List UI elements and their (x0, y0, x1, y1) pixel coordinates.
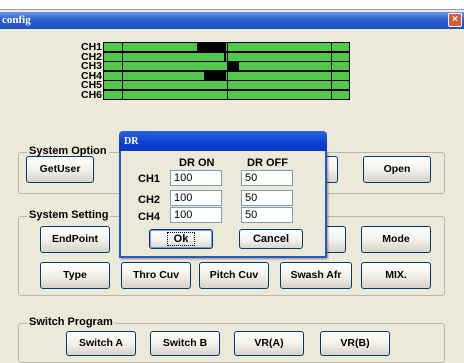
dr-on-field[interactable]: 100 (170, 190, 222, 206)
channel-bar (103, 61, 350, 71)
channel-bar-tick (331, 91, 332, 99)
channel-value-fill (224, 53, 226, 61)
channel-bar-tick (122, 53, 123, 61)
dr-off-field[interactable]: 50 (241, 190, 293, 206)
dr-on-field[interactable]: 100 (170, 207, 222, 223)
channel-bar-tick (227, 53, 228, 61)
pitch-cuv-button[interactable]: Pitch Cuv (199, 262, 269, 289)
channel-bar-tick (122, 62, 123, 70)
channel-bar-tick (227, 43, 228, 51)
switch-b-button[interactable]: Switch B (150, 331, 220, 356)
mix-button[interactable]: MIX. (361, 262, 431, 289)
channel-bar-tick (227, 81, 228, 89)
type-button[interactable]: Type (40, 262, 110, 289)
channel-bar-tick (331, 81, 332, 89)
switch-program-legend: Switch Program (27, 316, 115, 328)
dr-dialog-title: DR (124, 136, 139, 147)
mode-button[interactable]: Mode (361, 226, 431, 253)
background-window-strip (0, 0, 464, 10)
channel-bar-tick (227, 91, 228, 99)
open-button[interactable]: Open (363, 156, 431, 183)
cancel-button[interactable]: Cancel (239, 229, 303, 249)
vrb-button[interactable]: VR(B) (320, 331, 390, 356)
dr-off-field[interactable]: 50 (241, 207, 293, 223)
vra-button[interactable]: VR(A) (234, 331, 304, 356)
channel-bar-tick (331, 62, 332, 70)
window-titlebar[interactable]: config × (0, 12, 464, 29)
dr-row-label: CH2 (138, 194, 161, 206)
window-title: config (2, 14, 31, 26)
dr-on-header: DR ON (179, 157, 215, 169)
dr-dialog: DR DR ON DR OFF CH1 100 50 CH2 100 50 CH… (119, 131, 327, 258)
channel-bar (103, 90, 350, 100)
endpoint-button[interactable]: EndPoint (40, 226, 110, 253)
channel-value-fill (227, 62, 239, 70)
thro-cuv-button[interactable]: Thro Cuv (121, 262, 191, 289)
dr-off-field[interactable]: 50 (241, 170, 293, 186)
channel-bar-tick (122, 91, 123, 99)
channel-bar-tick (227, 72, 228, 80)
dr-off-header: DR OFF (247, 157, 288, 169)
dr-on-field[interactable]: 100 (170, 170, 222, 186)
channel-value-fill (197, 43, 226, 51)
switch-a-button[interactable]: Switch A (66, 331, 136, 356)
channel-bar (103, 42, 350, 52)
channel-bar (103, 80, 350, 90)
ok-button-label: Ok (166, 232, 196, 246)
dr-dialog-titlebar[interactable]: DR (119, 131, 327, 151)
close-icon[interactable]: × (448, 13, 462, 27)
channel-bar-tick (331, 43, 332, 51)
channel-label: CH6 (80, 89, 102, 101)
swash-afr-button[interactable]: Swash Afr (280, 262, 352, 289)
ok-button[interactable]: Ok (149, 229, 213, 249)
dr-row-label: CH4 (138, 211, 161, 223)
getuser-button[interactable]: GetUser (26, 156, 94, 183)
channel-bar-tick (331, 72, 332, 80)
channel-bar-tick (122, 72, 123, 80)
channel-bar-tick (122, 81, 123, 89)
dr-row-label: CH1 (138, 173, 161, 185)
channel-bar-tick (331, 53, 332, 61)
channel-bar-tick (122, 43, 123, 51)
system-setting-legend: System Setting (27, 209, 111, 221)
channel-value-fill (204, 72, 226, 80)
